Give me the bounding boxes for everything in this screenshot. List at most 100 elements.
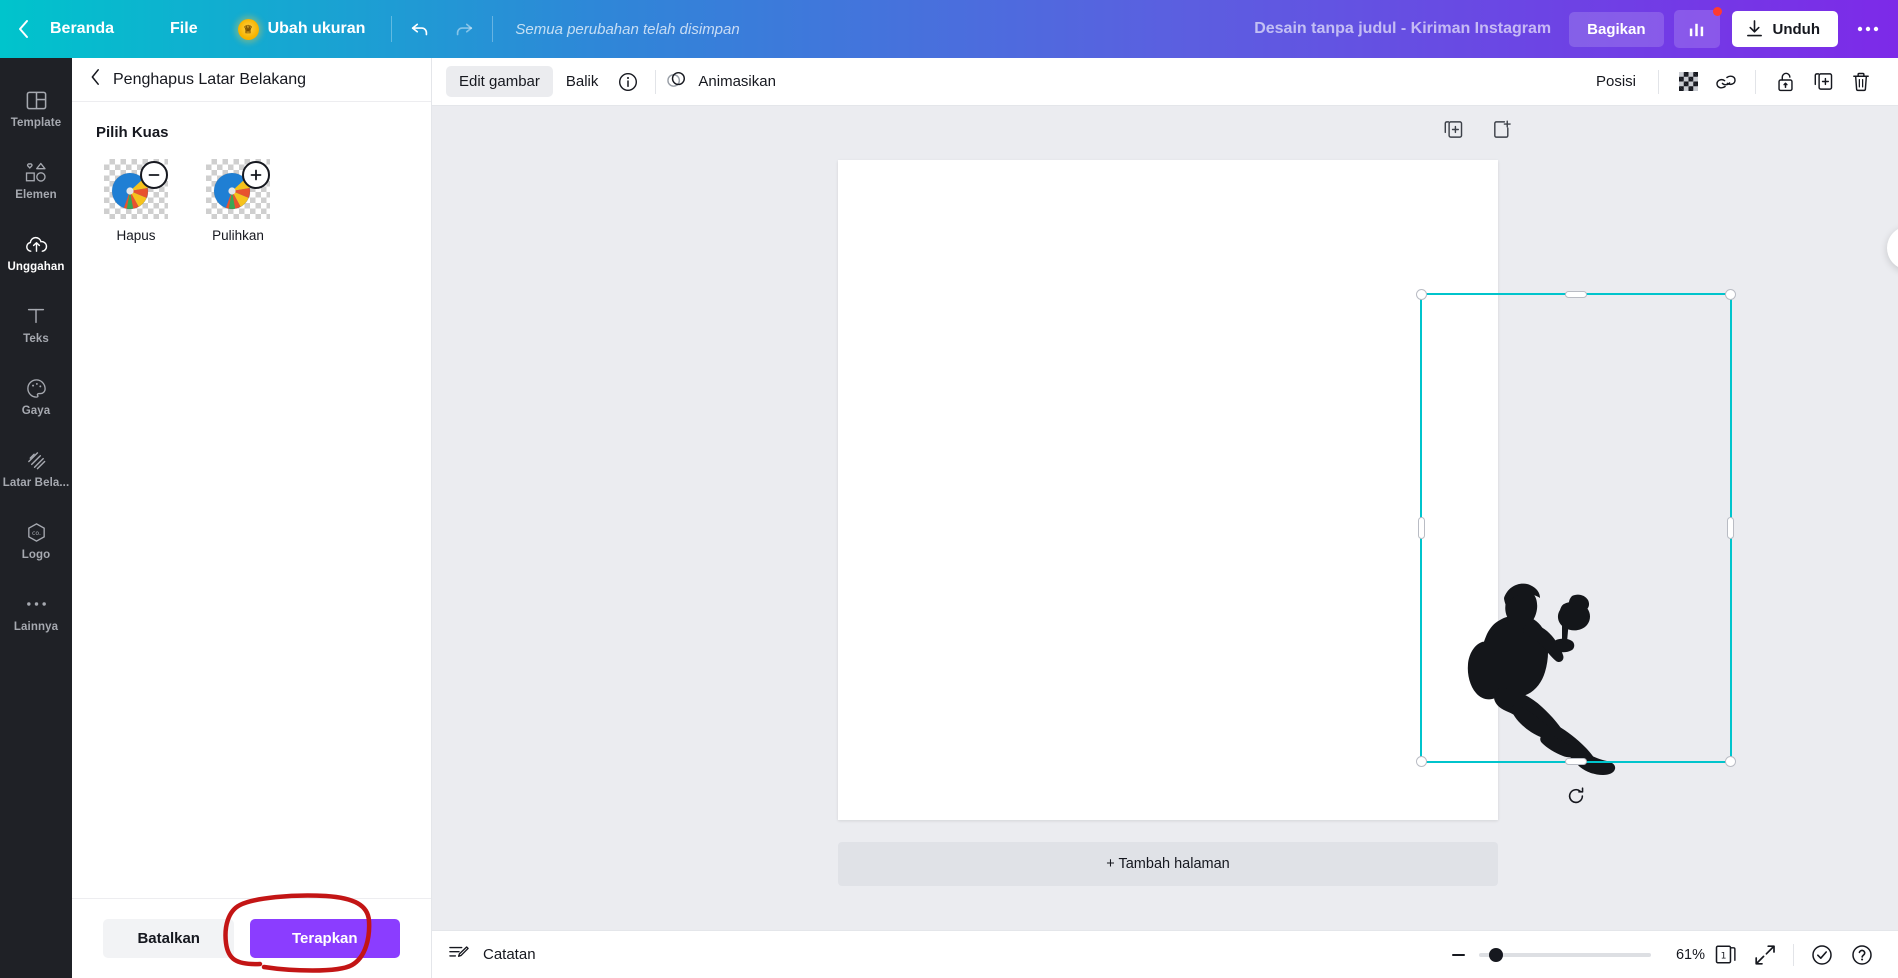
brush-list: Hapus Pulihkan <box>96 159 407 243</box>
sidebar-item-label: Unggahan <box>7 261 65 273</box>
info-button[interactable] <box>611 65 645 99</box>
resize-handle-bottom-left[interactable] <box>1416 756 1427 767</box>
more-options-button[interactable] <box>1848 10 1888 48</box>
apply-button-wrapper: Terapkan <box>223 893 400 973</box>
design-page[interactable] <box>838 160 1736 820</box>
status-check-button[interactable] <box>1802 938 1842 972</box>
apply-button[interactable]: Terapkan <box>249 919 400 958</box>
resize-handle-top-left[interactable] <box>1416 289 1427 300</box>
trash-icon <box>1853 72 1869 92</box>
sidebar-item-gaya[interactable]: Gaya <box>0 360 72 432</box>
toolbar-divider-4 <box>1658 69 1659 94</box>
notes-label: Catatan <box>483 946 536 963</box>
undo-button[interactable] <box>398 7 442 51</box>
cancel-button[interactable]: Batalkan <box>103 919 234 958</box>
rotate-handle[interactable] <box>1563 783 1589 809</box>
question-circle-icon <box>1852 944 1872 965</box>
ellipsis-icon <box>1857 26 1879 32</box>
redo-button[interactable] <box>442 7 486 51</box>
tab-balik[interactable]: Balik <box>553 66 612 97</box>
link-button[interactable] <box>1707 65 1745 99</box>
resize-handle-left[interactable] <box>1418 517 1425 539</box>
chevron-left-icon <box>18 20 28 38</box>
fullscreen-button[interactable] <box>1745 938 1785 972</box>
palette-icon <box>25 375 48 401</box>
brush-option-hapus[interactable]: Hapus <box>96 159 176 243</box>
zoom-out-button[interactable] <box>1452 953 1465 956</box>
bottom-bar: Catatan 61% 1 <box>432 930 1898 978</box>
toolbar-divider-3 <box>655 69 657 94</box>
sidebar-item-label: Lainnya <box>13 621 59 633</box>
rotate-icon <box>1568 787 1584 804</box>
sidebar-item-label: Teks <box>23 333 49 345</box>
page-number: 1 <box>1720 950 1726 961</box>
tab-edit-gambar[interactable]: Edit gambar <box>446 66 553 97</box>
sidebar-item-lainnya[interactable]: Lainnya <box>0 576 72 648</box>
sidebar-item-latar-belakang[interactable]: Latar Bela... <box>0 432 72 504</box>
info-circle-icon <box>619 72 638 91</box>
duplicate-button[interactable] <box>1804 65 1842 99</box>
shapes-icon <box>24 159 49 185</box>
home-menu[interactable]: Beranda <box>46 0 150 58</box>
brush-label: Pulihkan <box>212 228 264 243</box>
page-tools <box>1440 116 1514 142</box>
download-button[interactable]: Unduh <box>1731 11 1838 47</box>
redo-icon <box>457 23 473 36</box>
resize-handle-right[interactable] <box>1727 517 1734 539</box>
notes-button[interactable]: Catatan <box>448 943 536 967</box>
resize-handle-top-right[interactable] <box>1725 289 1736 300</box>
back-button[interactable] <box>0 19 46 39</box>
bar-chart-icon <box>1689 23 1704 36</box>
bottom-divider <box>1793 943 1794 966</box>
duplicate-page-button[interactable] <box>1440 116 1466 142</box>
download-label: Unduh <box>1772 20 1820 38</box>
template-grid-icon <box>25 87 48 113</box>
add-comment-button[interactable] <box>1887 226 1898 270</box>
brush-thumbnail <box>206 159 270 219</box>
chevron-left-icon <box>91 69 99 85</box>
stats-notification-dot <box>1712 7 1722 16</box>
sidebar-item-teks[interactable]: Teks <box>0 288 72 360</box>
zoom-slider-knob[interactable] <box>1489 947 1503 962</box>
position-button[interactable]: Posisi <box>1584 66 1648 97</box>
sidebar-item-label: Elemen <box>15 189 57 201</box>
ellipsis-icon <box>25 591 48 617</box>
sidebar-item-unggahan[interactable]: Unggahan <box>0 216 72 288</box>
resize-menu[interactable]: ♕ Ubah ukuran <box>218 0 386 58</box>
text-t-icon <box>25 303 47 329</box>
add-page-icon <box>1493 119 1511 138</box>
sidebar-item-elemen[interactable]: Elemen <box>0 144 72 216</box>
panel-back-button[interactable] <box>90 68 101 91</box>
resize-handle-bottom-right[interactable] <box>1725 756 1736 767</box>
share-button[interactable]: Bagikan <box>1569 11 1664 47</box>
delete-button[interactable] <box>1842 65 1880 99</box>
checkerboard-icon <box>1678 72 1698 91</box>
sidebar-item-template[interactable]: Template <box>0 72 72 144</box>
resize-handle-top[interactable] <box>1565 291 1587 298</box>
zoom-slider[interactable] <box>1479 947 1651 962</box>
panel-header: Penghapus Latar Belakang <box>72 58 431 102</box>
brush-section-title: Pilih Kuas <box>96 124 169 141</box>
left-rail: Template Elemen Unggahan Teks Gaya Latar… <box>0 58 72 978</box>
file-menu[interactable]: File <box>150 0 218 58</box>
sidebar-item-logo[interactable]: co. Logo <box>0 504 72 576</box>
sidebar-item-label: Gaya <box>21 405 51 417</box>
page-manager-button[interactable]: 1 <box>1705 938 1745 972</box>
plus-badge-icon <box>242 161 270 189</box>
add-page-bar[interactable]: + Tambah halaman <box>838 842 1498 886</box>
selection-box[interactable] <box>1416 289 1736 804</box>
notes-pencil-icon <box>448 943 470 967</box>
brush-label: Hapus <box>116 228 156 243</box>
transparency-button[interactable] <box>1669 65 1707 99</box>
panel-body: Pilih Kuas Hapus Pulihkan <box>72 102 431 898</box>
lock-button[interactable] <box>1766 65 1804 99</box>
sidebar-item-label: Latar Bela... <box>2 477 70 489</box>
canvas-stage: + Tambah halaman ◀ <box>432 106 1898 930</box>
stats-button[interactable] <box>1673 7 1722 48</box>
add-page-button[interactable] <box>1488 116 1514 142</box>
resize-handle-bottom[interactable] <box>1565 758 1587 765</box>
brush-option-pulihkan[interactable]: Pulihkan <box>198 159 278 243</box>
help-button[interactable] <box>1842 938 1882 972</box>
panel-title: Penghapus Latar Belakang <box>113 70 307 88</box>
animate-button[interactable]: Animasikan <box>666 70 776 93</box>
